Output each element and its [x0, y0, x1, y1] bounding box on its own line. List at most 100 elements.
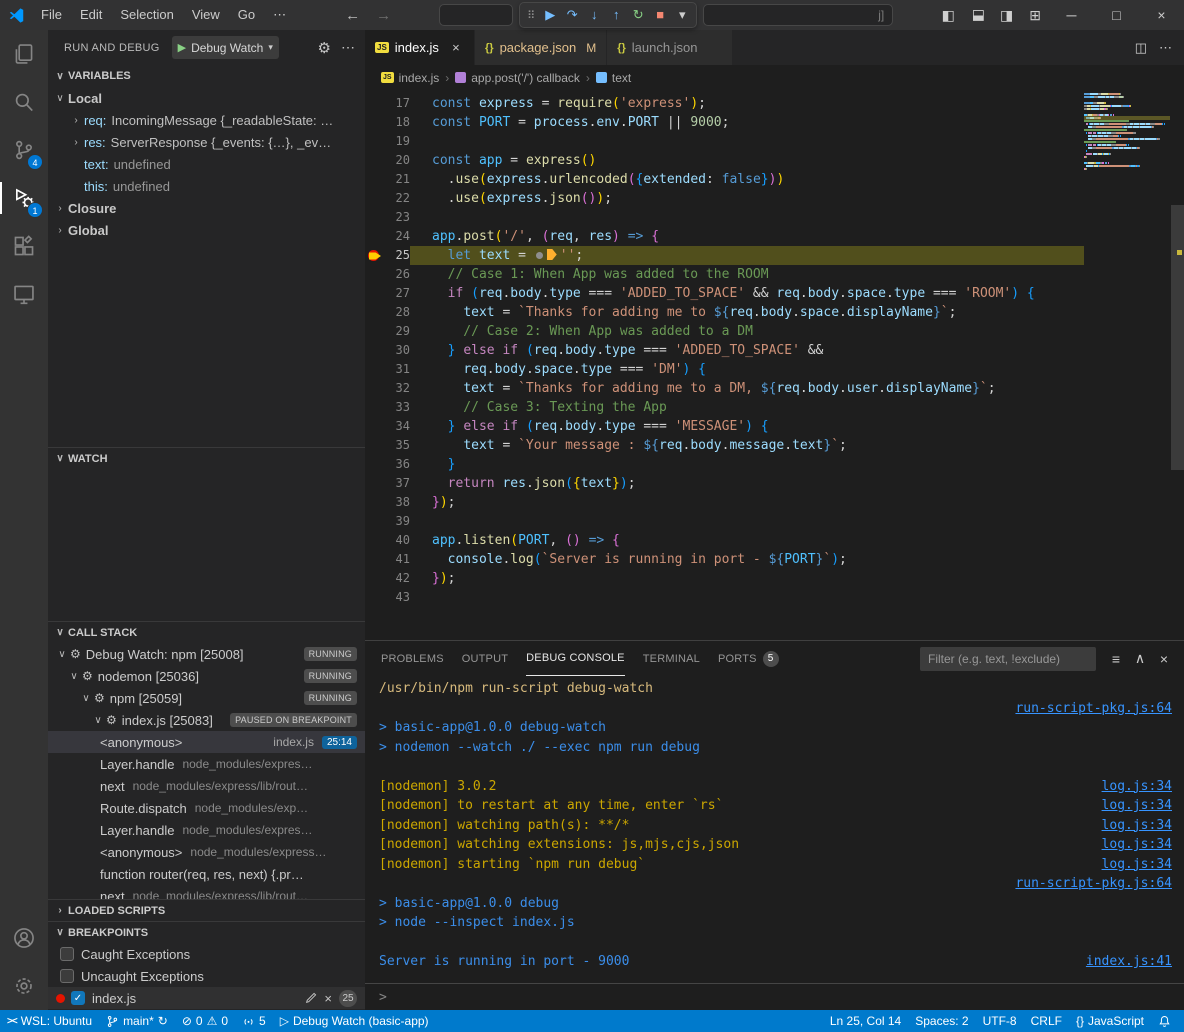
call-stack-frame[interactable]: <anonymous>node_modules/express…: [48, 841, 365, 863]
search-box-left[interactable]: [439, 4, 513, 26]
console-filter-input[interactable]: [920, 647, 1096, 671]
debug-step-over-button[interactable]: ↷: [561, 3, 583, 27]
variable-row[interactable]: ›res:ServerResponse {_events: {…}, _ev…: [48, 131, 365, 153]
code-text[interactable]: [410, 588, 1084, 607]
breakpoint-gutter[interactable]: [365, 322, 383, 341]
code-text[interactable]: } else if (req.body.type === 'MESSAGE') …: [410, 417, 1084, 436]
debug-status-item[interactable]: ▷ Debug Watch (basic-app): [273, 1010, 436, 1032]
chevron-right-icon[interactable]: ›: [68, 137, 84, 148]
tab-index.js[interactable]: JSindex.js×: [365, 30, 475, 65]
code-text[interactable]: // Case 3: Texting the App: [410, 398, 1084, 417]
breakpoint-gutter[interactable]: [365, 417, 383, 436]
breadcrumb-item[interactable]: JSindex.js: [381, 71, 439, 85]
code-text[interactable]: });: [410, 569, 1084, 588]
toggle-sidebar-icon[interactable]: ◧: [934, 7, 963, 24]
breakpoint-gutter[interactable]: [365, 569, 383, 588]
menu-more-icon[interactable]: ⋯: [264, 0, 295, 30]
breakpoint-gutter[interactable]: [365, 493, 383, 512]
console-source-link[interactable]: run-script-pkg.js:64: [1015, 874, 1172, 894]
scope-row[interactable]: ∨Local: [48, 87, 365, 109]
code-text[interactable]: } else if (req.body.type === 'ADDED_TO_S…: [410, 341, 1084, 360]
activity-run-and-debug[interactable]: 1: [0, 174, 48, 222]
notifications-item[interactable]: [1151, 1010, 1178, 1032]
call-stack-frame[interactable]: <anonymous>index.js25:14: [48, 731, 365, 753]
nav-forward-icon[interactable]: →: [368, 7, 399, 24]
debug-continue-button[interactable]: ▶: [539, 3, 561, 27]
code-text[interactable]: .use(express.json());: [410, 189, 1084, 208]
remote-indicator[interactable]: >< WSL: Ubuntu: [0, 1010, 99, 1032]
call-stack-session[interactable]: ∨⚙npm [25059]RUNNING: [48, 687, 365, 709]
call-stack-frame[interactable]: nextnode_modules/express/lib/rout…: [48, 775, 365, 797]
eol-item[interactable]: CRLF: [1024, 1010, 1069, 1032]
close-button[interactable]: ×: [1139, 0, 1184, 30]
remove-breakpoint-icon[interactable]: ×: [324, 991, 332, 1006]
editor-more-actions-icon[interactable]: ⋯: [1159, 40, 1172, 56]
activity-remote-explorer[interactable]: [0, 270, 48, 318]
call-stack-frame[interactable]: function router(req, res, next) {.pr…: [48, 863, 365, 885]
minimap[interactable]: [1084, 92, 1170, 173]
command-center[interactable]: j]: [703, 4, 893, 26]
panel-tab-ports[interactable]: PORTS5: [718, 641, 779, 676]
code-text[interactable]: app.listen(PORT, () => {: [410, 531, 1084, 550]
panel-tab-terminal[interactable]: TERMINAL: [643, 641, 700, 676]
scope-row[interactable]: ›Closure: [48, 197, 365, 219]
activity-explorer[interactable]: [0, 30, 48, 78]
call-stack-session[interactable]: ∨⚙index.js [25083]PAUSED ON BREAKPOINT: [48, 709, 365, 731]
indentation-item[interactable]: Spaces: 2: [908, 1010, 975, 1032]
call-stack-frame[interactable]: Layer.handlenode_modules/expres…: [48, 753, 365, 775]
split-editor-icon[interactable]: ◫: [1135, 40, 1147, 56]
language-item[interactable]: {} JavaScript: [1069, 1010, 1151, 1032]
ports-item[interactable]: 5: [235, 1010, 273, 1032]
chevron-right-icon[interactable]: ›: [68, 115, 84, 126]
problems-item[interactable]: ⊘ 0 ⚠ 0: [175, 1010, 235, 1032]
call-stack-section-header[interactable]: ∨ CALL STACK: [48, 621, 365, 643]
console-source-link[interactable]: log.js:34: [1102, 777, 1172, 797]
code-text[interactable]: if (req.body.type === 'ADDED_TO_SPACE' &…: [410, 284, 1084, 303]
breakpoint-gutter[interactable]: [365, 474, 383, 493]
code-text[interactable]: console.log(`Server is running in port -…: [410, 550, 1084, 569]
breakpoint-gutter[interactable]: [365, 436, 383, 455]
code-text[interactable]: }: [410, 455, 1084, 474]
tab-launch.json[interactable]: {}launch.json: [607, 30, 732, 65]
breakpoint-gutter[interactable]: [365, 455, 383, 474]
activity-extensions[interactable]: [0, 222, 48, 270]
sidebar-more-actions-icon[interactable]: ⋯: [341, 39, 355, 56]
panel-tab-debug-console[interactable]: DEBUG CONSOLE: [526, 641, 625, 676]
debug-restart-button[interactable]: ↻: [627, 3, 649, 27]
code-text[interactable]: // Case 2: When App was added to a DM: [410, 322, 1084, 341]
debug-step-out-button[interactable]: ↑: [605, 3, 627, 27]
breakpoint-row[interactable]: Uncaught Exceptions: [48, 965, 365, 987]
toggle-secondary-sidebar-icon[interactable]: ◨: [992, 7, 1021, 24]
code-text[interactable]: req.body.space.type === 'DM') {: [410, 360, 1084, 379]
code-text[interactable]: return res.json({text});: [410, 474, 1084, 493]
panel-tab-output[interactable]: OUTPUT: [462, 641, 508, 676]
code-text[interactable]: app.post('/', (req, res) => {: [410, 227, 1084, 246]
code-text[interactable]: text = `Thanks for adding me to a DM, ${…: [410, 379, 1084, 398]
console-source-link[interactable]: run-script-pkg.js:64: [1015, 699, 1172, 719]
console-source-link[interactable]: log.js:34: [1102, 835, 1172, 855]
code-text[interactable]: let text = '';: [410, 246, 1084, 265]
scope-row[interactable]: ›Global: [48, 219, 365, 241]
edit-breakpoint-icon[interactable]: [305, 992, 317, 1004]
breakpoint-gutter[interactable]: [365, 265, 383, 284]
nav-back-icon[interactable]: ←: [337, 7, 368, 24]
breakpoint-gutter[interactable]: [365, 132, 383, 151]
activity-search[interactable]: [0, 78, 48, 126]
console-source-link[interactable]: log.js:34: [1102, 816, 1172, 836]
close-tab-icon[interactable]: ×: [449, 40, 463, 55]
maximize-panel-icon[interactable]: ∧: [1128, 650, 1152, 667]
menu-selection[interactable]: Selection: [111, 0, 182, 30]
console-source-link[interactable]: log.js:34: [1102, 796, 1172, 816]
menu-view[interactable]: View: [183, 0, 229, 30]
debug-stop-button[interactable]: ■: [649, 3, 671, 27]
breakpoint-gutter[interactable]: [365, 303, 383, 322]
chevron-right-icon[interactable]: ›: [52, 225, 68, 236]
debug-settings-gear-icon[interactable]: ⚙: [318, 39, 331, 57]
code-text[interactable]: const app = express(): [410, 151, 1084, 170]
activity-source-control[interactable]: 4: [0, 126, 48, 174]
code-text[interactable]: // Case 1: When App was added to the ROO…: [410, 265, 1084, 284]
breakpoint-gutter[interactable]: [365, 341, 383, 360]
breakpoint-gutter[interactable]: [365, 531, 383, 550]
chevron-right-icon[interactable]: ›: [52, 203, 68, 214]
breakpoint-checkbox[interactable]: [60, 947, 74, 961]
